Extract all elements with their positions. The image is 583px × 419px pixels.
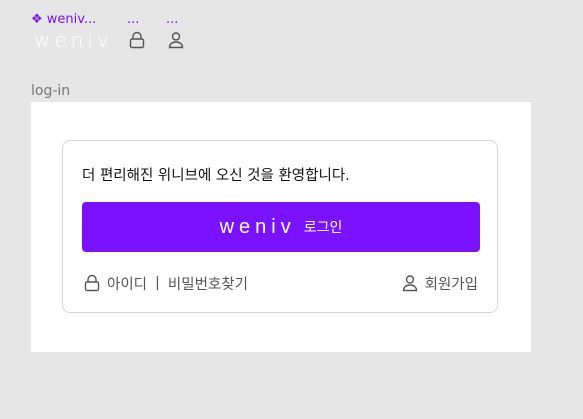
lock-variant-label[interactable]: ...	[127, 12, 139, 28]
top-bar: ❖ weniv... ... ... weniv	[31, 10, 231, 54]
login-button-label: 로그인	[303, 219, 343, 235]
section-label: log-in	[31, 83, 71, 99]
signup-link-group: 회원가입	[400, 273, 478, 294]
find-id-link[interactable]: 아이디	[107, 273, 147, 294]
component-label[interactable]: ❖ weniv...	[31, 12, 96, 28]
login-button[interactable]: weniv 로그인	[82, 202, 480, 252]
user-icon	[400, 273, 420, 293]
login-panel: 더 편리해진 위니브에 오신 것을 환영합니다. weniv 로그인 아이디 |…	[31, 102, 531, 352]
user-icon[interactable]	[166, 30, 186, 50]
welcome-message: 더 편리해진 위니브에 오신 것을 환영합니다.	[82, 168, 350, 184]
account-links: 아이디 | 비밀번호찾기 회원가입	[82, 272, 478, 294]
find-password-link[interactable]: 비밀번호찾기	[168, 273, 248, 294]
user-variant-label[interactable]: ...	[166, 12, 178, 28]
link-separator: |	[155, 275, 160, 291]
weniv-logo: weniv	[219, 215, 296, 238]
lock-icon[interactable]	[127, 30, 147, 50]
find-account-links: 아이디 | 비밀번호찾기	[82, 273, 248, 294]
login-card: 더 편리해진 위니브에 오신 것을 환영합니다. weniv 로그인 아이디 |…	[62, 140, 498, 313]
lock-icon	[82, 273, 102, 293]
signup-link[interactable]: 회원가입	[425, 273, 478, 294]
weniv-wordmark: weniv	[34, 28, 113, 52]
